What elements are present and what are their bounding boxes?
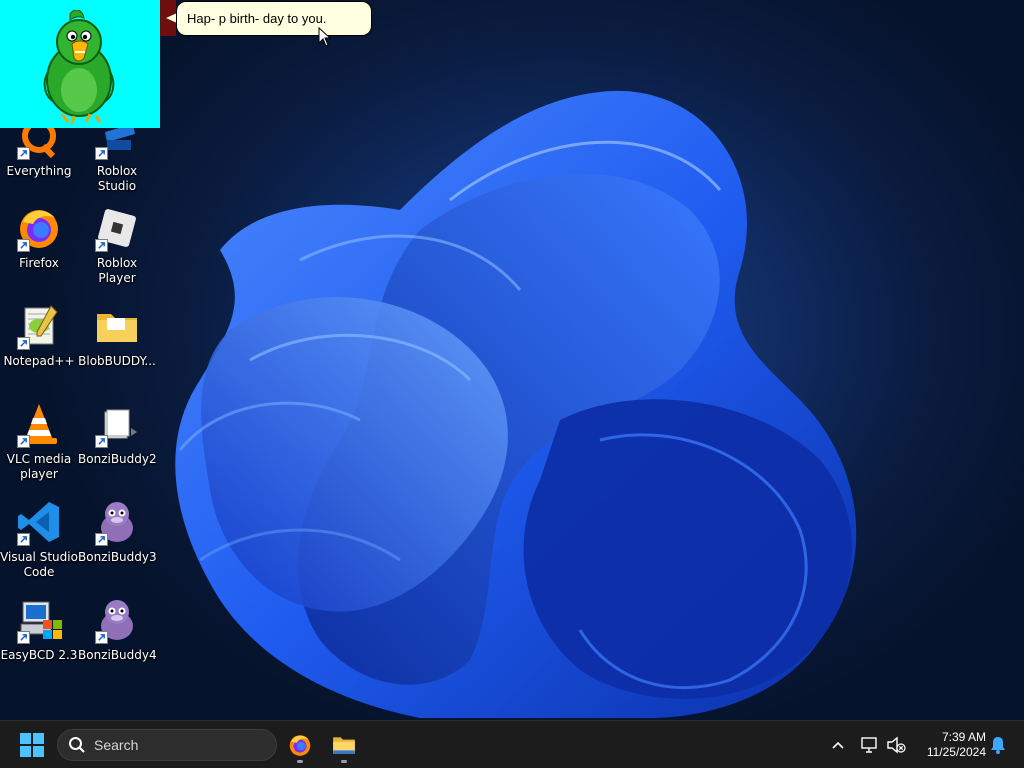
firefox-icon xyxy=(289,735,311,756)
clock-date: 11/25/2024 xyxy=(926,745,986,759)
search-icon xyxy=(69,737,85,753)
desktop-icon-label: Roblox Studio xyxy=(96,164,138,193)
desktop-icon-label: Roblox Player xyxy=(96,256,138,285)
desktop-icon-blobbuddy-folder[interactable]: BlobBUDDY... xyxy=(78,298,156,390)
shortcut-arrow-icon xyxy=(95,435,108,448)
bonzibuddy4-icon xyxy=(93,596,141,644)
file-explorer-icon xyxy=(333,737,355,754)
notepadpp-icon xyxy=(15,302,63,350)
desktop-icon-label: Firefox xyxy=(19,256,59,270)
easybcd-icon xyxy=(15,596,63,644)
shortcut-arrow-icon xyxy=(17,533,30,546)
volume-button[interactable] xyxy=(882,731,910,759)
system-clock[interactable]: 7:39 AM 11/25/2024 xyxy=(912,730,986,760)
shortcut-arrow-icon xyxy=(17,239,30,252)
desktop-icon-label: EasyBCD 2.3 xyxy=(0,648,78,662)
green-parrot-icon[interactable] xyxy=(34,10,124,124)
desktop-icon-roblox-player[interactable]: Roblox Player xyxy=(78,200,156,292)
desktop-icon-label: Everything xyxy=(6,164,72,178)
taskbar-search-box[interactable]: Search xyxy=(57,729,277,761)
taskbar: Search 7:39 AM 11/25/2024 xyxy=(0,720,1024,768)
clock-time: 7:39 AM xyxy=(941,730,986,744)
desktop-icon-bonzibuddy4[interactable]: BonziBuddy4 xyxy=(78,592,157,684)
shortcut-arrow-icon xyxy=(95,631,108,644)
shortcut-arrow-icon xyxy=(17,435,30,448)
desktop-icon-label: BonziBuddy3 xyxy=(78,550,157,564)
desktop-icon-label: BonziBuddy4 xyxy=(78,648,157,662)
desktop-agent-window[interactable] xyxy=(0,0,160,128)
bonzibuddy2-icon xyxy=(93,400,141,448)
vscode-icon xyxy=(15,498,63,546)
start-button[interactable] xyxy=(12,728,52,762)
shortcut-arrow-icon xyxy=(95,147,108,160)
speech-bubble: Hap- p birth- day to you. xyxy=(176,1,372,36)
folder-icon xyxy=(93,302,141,350)
desktop-icon-bonzibuddy3[interactable]: BonziBuddy3 xyxy=(78,494,157,586)
notifications-button[interactable] xyxy=(984,731,1012,759)
network-button[interactable] xyxy=(856,731,884,759)
shortcut-arrow-icon xyxy=(17,631,30,644)
show-hidden-icons-button[interactable] xyxy=(824,731,852,759)
network-icon xyxy=(861,737,877,753)
search-placeholder: Search xyxy=(94,737,139,753)
mouse-pointer-icon xyxy=(318,27,332,47)
taskbar-app-firefox[interactable] xyxy=(280,726,320,764)
running-indicator xyxy=(341,760,347,763)
desktop-icon-vlc[interactable]: VLC media player xyxy=(0,396,78,488)
desktop-icon-label: BlobBUDDY... xyxy=(78,354,156,368)
taskbar-app-file-explorer[interactable] xyxy=(324,726,364,764)
chevron-up-icon xyxy=(832,741,844,749)
desktop-icon-label: VLC media player xyxy=(6,452,72,481)
shortcut-arrow-icon xyxy=(95,239,108,252)
desktop-icon-bonzibuddy2[interactable]: BonziBuddy2 xyxy=(78,396,157,488)
desktop-icon-easybcd[interactable]: EasyBCD 2.3 xyxy=(0,592,78,684)
bonzibuddy3-icon xyxy=(93,498,141,546)
desktop-icon-label: BonziBuddy2 xyxy=(78,452,157,466)
roblox-player-icon xyxy=(93,204,141,252)
desktop-icon-label: Visual Studio Code xyxy=(0,550,78,579)
windows-logo-icon xyxy=(20,733,44,757)
volume-muted-icon xyxy=(887,736,906,754)
desktop-icon-label: Notepad++ xyxy=(3,354,75,368)
running-indicator xyxy=(297,760,303,763)
vlc-icon xyxy=(15,400,63,448)
desktop-icon-vscode[interactable]: Visual Studio Code xyxy=(0,494,78,586)
shortcut-arrow-icon xyxy=(17,147,30,160)
firefox-icon xyxy=(15,204,63,252)
bell-icon xyxy=(991,737,1005,754)
shortcut-arrow-icon xyxy=(95,533,108,546)
desktop-icon-notepadpp[interactable]: Notepad++ xyxy=(0,298,78,390)
shortcut-arrow-icon xyxy=(17,337,30,350)
desktop-icon-firefox[interactable]: Firefox xyxy=(0,200,78,292)
